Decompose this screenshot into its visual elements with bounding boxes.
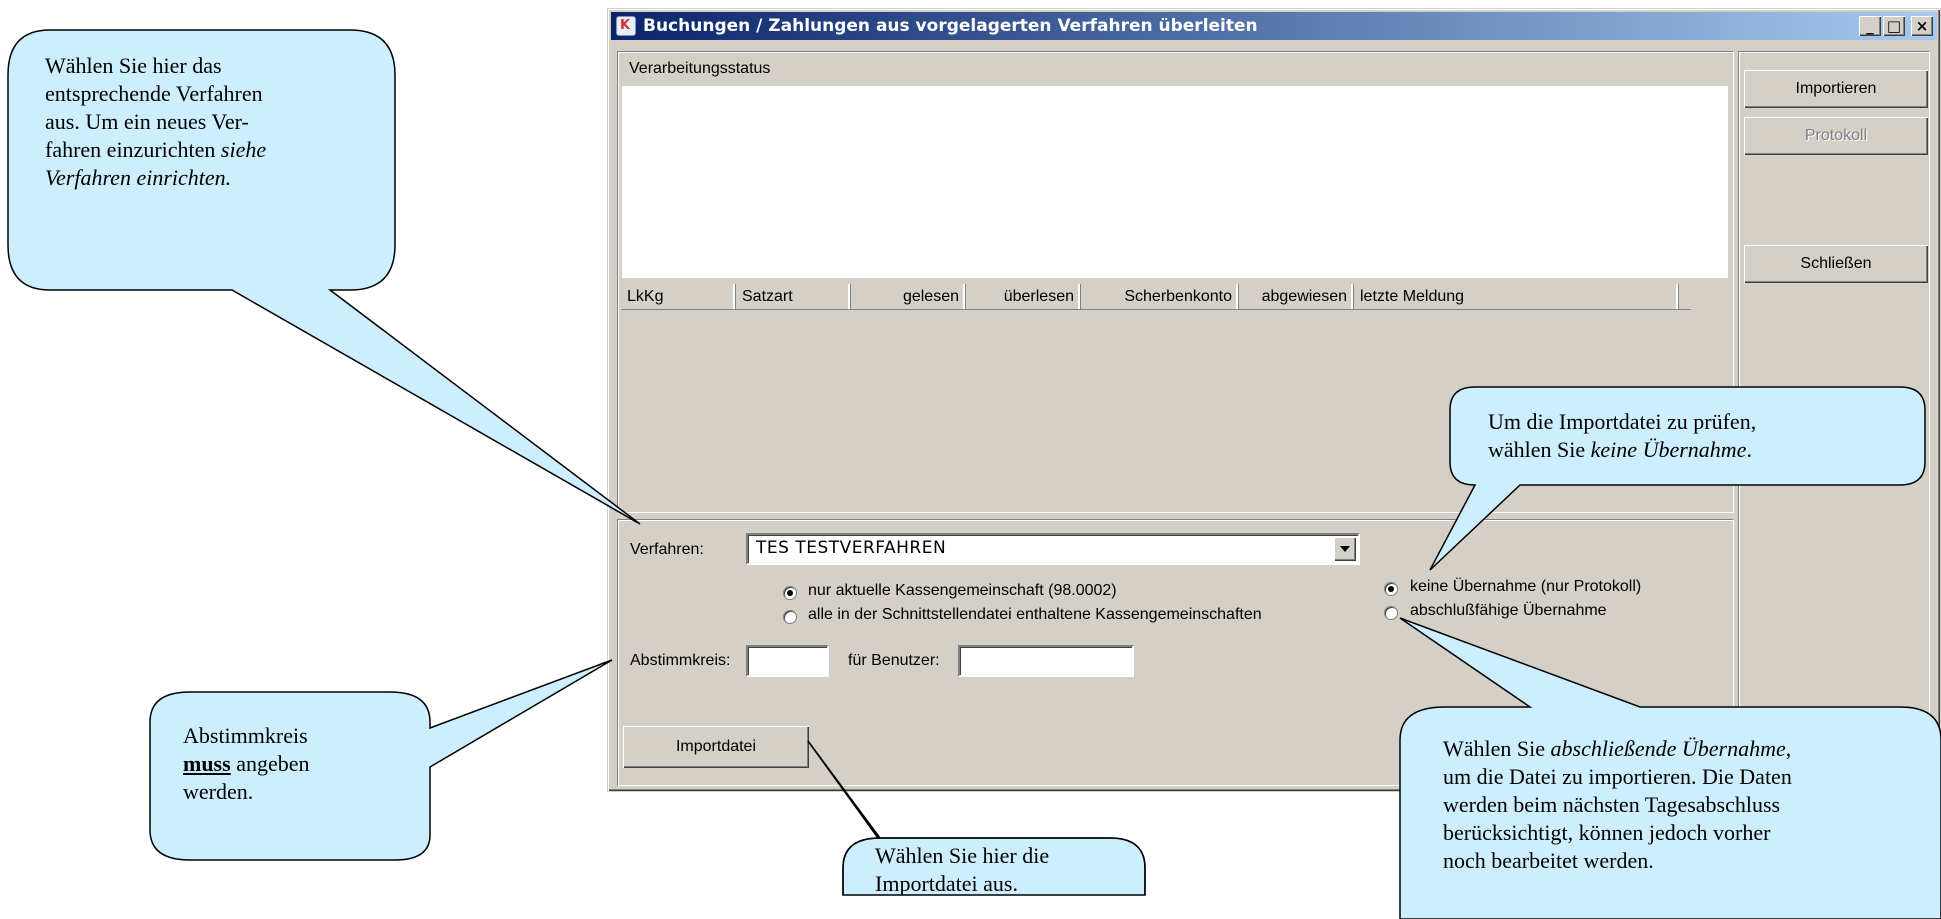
callout-abstimmkreis-line: angeben [230,751,310,776]
import-button-label: Importieren [1795,80,1877,97]
column-header-satzart[interactable]: Satzart [736,284,851,309]
callout-verfahren-line: entsprechende Verfahren [45,81,263,106]
column-header-ueberlesen[interactable]: überlesen [966,284,1081,309]
column-header-gelesen[interactable]: gelesen [851,284,966,309]
verfahren-select-value: TES TESTVERFAHREN [756,538,947,558]
callout-keine-uebernahme-text: Um die Importdatei zu prüfen, wählen Sie… [1488,408,1756,464]
column-header-lkkg[interactable]: LkKg [621,284,736,309]
close-button[interactable]: Schließen [1744,245,1928,283]
abstimmkreis-input[interactable] [746,645,829,677]
callout-keine-uebernahme-emphasis: keine Übernahme [1590,437,1747,462]
callout-keine-uebernahme-line: . [1746,437,1752,462]
action-panel [1738,51,1930,786]
callout-importdatei-line: Importdatei aus. [875,871,1018,896]
import-button[interactable]: Importieren [1744,70,1928,108]
scope-all-radio[interactable] [783,610,797,624]
app-icon [616,12,636,40]
status-output-area [622,86,1728,278]
callout-verfahren-line: aus. Um ein neues Ver- [45,109,249,134]
scope-all-label: alle in der Schnittstellendatei enthalte… [808,606,1262,623]
benutzer-label: für Benutzer: [848,652,940,669]
window-title: Buchungen / Zahlungen aus vorgelagerten … [643,16,1258,36]
close-button-label: Schließen [1800,255,1872,272]
importdatei-button-label: Importdatei [675,738,757,755]
callout-keine-uebernahme-line: Um die Importdatei zu prüfen, [1488,409,1757,434]
abstimmkreis-label: Abstimmkreis: [630,652,731,669]
callout-verfahren-line: Wählen Sie hier das [45,53,222,78]
mode-abschlussfaehig-label: abschlußfähige Übernahme [1410,602,1607,619]
callout-abstimmkreis-line: Abstimmkreis [183,723,308,748]
status-label: Verarbeitungsstatus [629,60,771,77]
column-header-scherbenkonto[interactable]: Scherbenkonto [1081,284,1239,309]
callout-abstimmkreis-line: werden. [183,779,254,804]
verfahren-select[interactable]: TES TESTVERFAHREN [746,533,1360,565]
callout-abstimmkreis-emphasis: muss [183,751,231,776]
protocol-button[interactable]: Protokoll [1744,117,1928,155]
scope-current-label: nur aktuelle Kassengemeinschaft (98.0002… [808,582,1117,599]
result-table-header: LkKg Satzart gelesen überlesen Scherbenk… [621,284,1691,310]
callout-keine-uebernahme-line: wählen Sie [1488,437,1591,462]
callout-abschliessend-line: Wählen Sie [1443,736,1551,761]
verfahren-label: Verfahren: [630,541,704,558]
maximize-button[interactable]: □ [1883,16,1905,36]
callout-verfahren-text: Wählen Sie hier das entsprechende Verfah… [45,52,266,192]
benutzer-input[interactable] [958,645,1134,677]
column-header-abgewiesen[interactable]: abgewiesen [1239,284,1354,309]
title-bar[interactable]: Buchungen / Zahlungen aus vorgelagerten … [611,12,1937,40]
callout-abschliessend-line: noch bearbeitet werden. [1443,848,1654,873]
callout-abschliessend-emphasis: abschließende Übernahme [1550,736,1786,761]
callout-verfahren-line: fahren einzurichten [45,137,221,162]
minimize-button[interactable]: _ [1859,16,1881,36]
callout-verfahren-link-text: Verfahren einrichten. [45,165,232,190]
callout-importdatei-line: Wählen Sie hier die [875,843,1050,868]
callout-verfahren-link-text: siehe [220,137,267,162]
importdatei-button[interactable]: Importdatei [623,726,809,768]
callout-abschliessend-line: werden beim nächsten Tagesabschluss [1443,792,1781,817]
close-window-button[interactable]: × [1911,16,1933,36]
mode-keine-uebernahme-label: keine Übernahme (nur Protokoll) [1410,578,1642,595]
callout-abschliessend-text: Wählen Sie abschließende Übernahme, um d… [1443,735,1792,875]
callout-abschliessend-line: berücksichtigt, können jedoch vorher [1443,820,1771,845]
callout-abstimmkreis-text: Abstimmkreis muss angeben werden. [183,722,309,806]
column-header-letzte-meldung[interactable]: letzte Meldung [1354,284,1679,309]
protocol-button-label: Protokoll [1804,127,1868,144]
mode-keine-uebernahme-radio[interactable] [1384,582,1398,596]
callout-abschliessend-line: , [1785,736,1792,761]
scope-current-radio[interactable] [783,586,797,600]
mode-abschlussfaehig-radio[interactable] [1384,606,1398,620]
chevron-down-icon[interactable] [1334,537,1356,561]
callout-abschliessend-line: um die Datei zu importieren. Die Daten [1443,764,1792,789]
callout-importdatei-text: Wählen Sie hier die Importdatei aus. [875,842,1049,898]
